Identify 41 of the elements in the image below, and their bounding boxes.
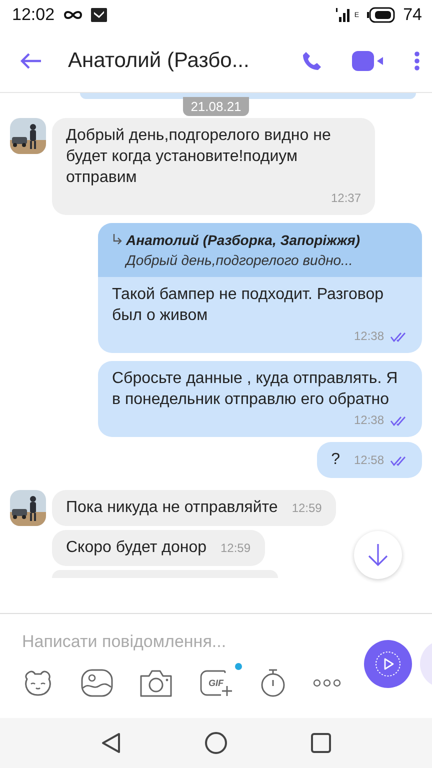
signal-icon — [336, 8, 352, 22]
scroll-down-button[interactable] — [354, 531, 402, 579]
date-chip: 21.08.21 — [182, 97, 250, 116]
quoted-message[interactable]: Анатолий (Разборка, Запоріжжя) Добрый день,подгорелого видно... — [98, 223, 422, 277]
phone-icon[interactable] — [302, 51, 322, 71]
message-time: 12:37 — [330, 190, 361, 207]
message-text: Добрый день,подгорелого видно не будет когда установите!подиум отправим — [66, 126, 332, 188]
status-time: 12:02 — [12, 5, 55, 25]
more-options-icon[interactable] — [414, 51, 420, 71]
reply-arrow-icon — [112, 234, 122, 246]
message-text: Сбросьте данные , куда отправлять. Я в понедельник отправлю его обратно — [112, 369, 399, 410]
message-text: ? — [331, 450, 340, 470]
infinity-icon — [62, 10, 83, 20]
gif-button[interactable]: GIF — [199, 669, 233, 697]
home-nav-icon[interactable] — [204, 731, 228, 755]
message-time: 12:58 — [354, 452, 384, 469]
chat-title[interactable]: Анатолий (Разбо... — [68, 49, 302, 73]
quote-author: Анатолий (Разборка, Запоріжжя) — [126, 231, 360, 250]
arrow-down-icon — [367, 543, 389, 567]
sticker-icon[interactable] — [22, 669, 54, 697]
voice-message-button[interactable] — [364, 640, 412, 688]
gallery-icon[interactable] — [81, 669, 113, 697]
back-icon[interactable] — [20, 52, 42, 70]
timer-icon[interactable] — [260, 668, 286, 698]
recents-nav-icon[interactable] — [310, 733, 331, 753]
back-nav-icon[interactable] — [101, 732, 122, 754]
play-icon — [374, 650, 402, 678]
quote-text: Добрый день,подгорелого видно... — [126, 251, 354, 270]
message-time: 12:59 — [220, 540, 251, 557]
camera-icon[interactable] — [140, 669, 172, 697]
message-time: 12:59 — [292, 500, 322, 517]
message-time: 12:38 — [354, 328, 384, 345]
video-call-icon[interactable] — [352, 51, 384, 71]
message-text: Пока никуда не отправляйте — [66, 498, 278, 518]
message-text: Скоро будет донор — [66, 538, 206, 558]
more-icon[interactable] — [313, 679, 341, 687]
battery-icon — [367, 7, 396, 23]
message-text: Такой бампер не подходит. Разговор был о живом — [112, 285, 385, 326]
battery-level: 74 — [403, 5, 422, 25]
message-time: 12:38 — [354, 412, 384, 429]
message-input[interactable]: Написати повідомлення... — [22, 626, 322, 658]
